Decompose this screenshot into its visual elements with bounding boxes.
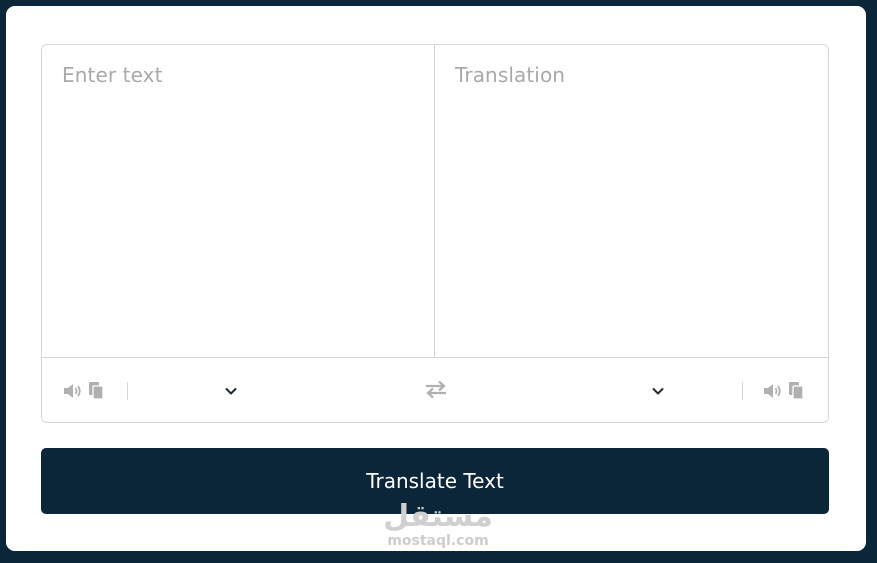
speaker-icon[interactable] — [762, 381, 784, 401]
watermark-latin: mostaql.com — [387, 533, 489, 549]
source-language-select[interactable] — [142, 379, 238, 403]
translation-text-area[interactable]: Translation — [435, 45, 828, 357]
speaker-icon[interactable] — [62, 381, 84, 401]
target-icons — [762, 381, 810, 401]
source-text-area[interactable]: Enter text — [42, 45, 435, 357]
copy-icon[interactable] — [88, 381, 110, 401]
translator-card: Enter text Translation Translate Text مس… — [6, 6, 866, 551]
swap-arrows-icon[interactable] — [423, 377, 449, 401]
translation-placeholder: Translation — [455, 63, 566, 87]
source-placeholder: Enter text — [62, 63, 163, 87]
translator-box: Enter text Translation — [41, 44, 829, 423]
chevron-down-icon — [651, 384, 665, 398]
source-icons — [62, 381, 110, 401]
target-language-select[interactable] — [569, 379, 665, 403]
controls-bar — [42, 358, 828, 422]
separator — [127, 382, 128, 400]
translate-button[interactable]: Translate Text — [41, 448, 829, 514]
copy-icon[interactable] — [788, 381, 810, 401]
separator — [742, 382, 743, 400]
text-panes: Enter text Translation — [42, 45, 828, 358]
chevron-down-icon — [224, 384, 238, 398]
